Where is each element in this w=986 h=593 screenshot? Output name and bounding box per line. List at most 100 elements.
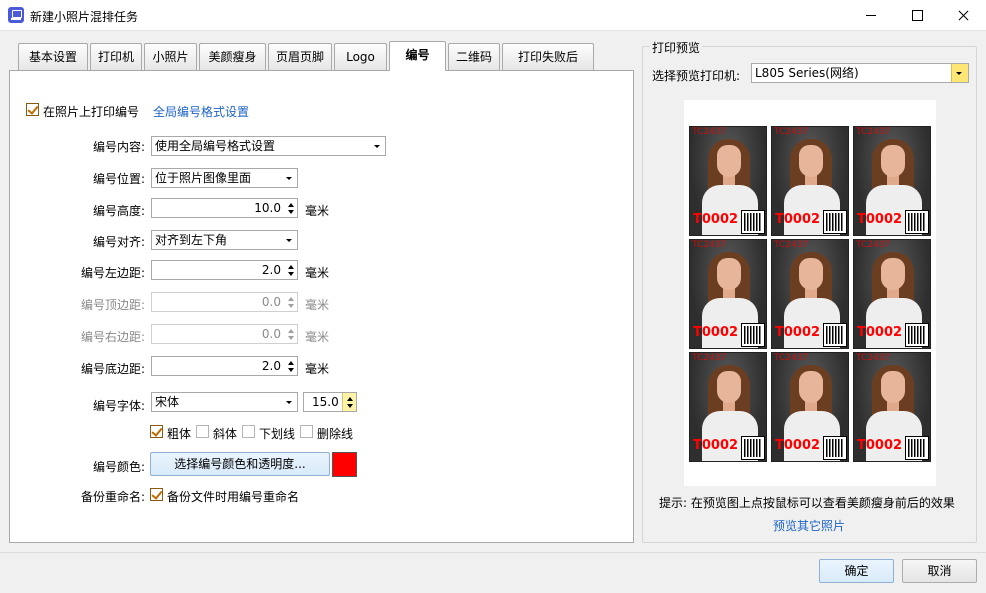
height-spinbox[interactable]: 10.0 — [151, 198, 298, 218]
tab-beauty[interactable]: 美颜瘦身 — [199, 43, 266, 70]
preview-hint: 提示: 在预览图上点按鼠标可以查看美颜瘦身前后的效果 — [659, 496, 955, 510]
photo-number: T0002 — [693, 325, 739, 340]
position-label: 编号位置: — [92, 172, 145, 186]
underline-label: 下划线 — [259, 427, 296, 441]
spin-down-icon[interactable] — [288, 368, 294, 372]
tab-header-footer[interactable]: 页眉页脚 — [268, 43, 332, 70]
spin-down-icon[interactable] — [288, 210, 294, 214]
font-size-spinbox[interactable]: 15.0 — [303, 392, 357, 412]
font-select[interactable]: 宋体 — [151, 392, 298, 412]
preview-printer-label: 选择预览打印机: — [652, 69, 741, 83]
color-label: 编号颜色: — [92, 460, 145, 474]
left-margin-unit: 毫米 — [305, 266, 330, 280]
bottom-margin-spinbox[interactable]: 2.0 — [151, 356, 298, 376]
bold-checkbox[interactable] — [150, 425, 163, 438]
bottom-margin-value: 2.0 — [261, 359, 281, 373]
spin-up-icon[interactable] — [347, 397, 353, 401]
font-size-stepper[interactable] — [342, 393, 356, 411]
maximize-button[interactable] — [894, 0, 940, 31]
qrcode-icon — [741, 436, 765, 460]
photo-thumbnail[interactable]: TC2437 T0002 — [689, 126, 767, 236]
font-label: 编号字体: — [92, 399, 145, 413]
height-unit: 毫米 — [305, 204, 330, 218]
strike-checkbox[interactable] — [300, 425, 313, 438]
chevron-down-icon — [286, 239, 292, 242]
color-swatch[interactable] — [332, 452, 357, 477]
italic-checkbox[interactable] — [196, 425, 209, 438]
photo-tag: TC2437 — [856, 240, 891, 250]
qrcode-icon — [823, 210, 847, 234]
underline-checkbox[interactable] — [242, 425, 255, 438]
print-preview-title: 打印预览 — [650, 39, 703, 56]
photo-number: T0002 — [857, 325, 903, 340]
backup-rename-checkbox[interactable] — [150, 488, 163, 501]
left-margin-label: 编号左边距: — [80, 266, 145, 280]
tab-logo[interactable]: Logo — [334, 43, 387, 70]
spin-down-icon — [288, 336, 294, 340]
tab-basic-settings[interactable]: 基本设置 — [18, 43, 88, 70]
content-select[interactable]: 使用全局编号格式设置 — [151, 136, 386, 156]
tab-numbering[interactable]: 编号 — [389, 41, 446, 71]
photo-face — [799, 371, 823, 403]
photo-face — [799, 258, 823, 290]
preview-canvas[interactable]: TC2437 T0002 TC2437 T0002 TC2437 T0002 TC2437 T… — [684, 100, 936, 486]
chevron-down-icon — [956, 72, 962, 75]
photo-face — [799, 145, 823, 177]
photo-thumbnail[interactable]: TC2437 T0002 — [771, 239, 849, 349]
backup-rename-label: 备份文件时用编号重命名 — [167, 490, 300, 504]
spin-up-icon[interactable] — [288, 361, 294, 365]
photo-face — [717, 371, 741, 403]
align-select-value: 对齐到左下角 — [155, 233, 228, 247]
position-select[interactable]: 位于照片图像里面 — [151, 168, 298, 188]
photo-thumbnail[interactable]: TC2437 T0002 — [689, 352, 767, 462]
photo-thumbnail[interactable]: TC2437 T0002 — [853, 126, 931, 236]
global-format-link[interactable]: 全局编号格式设置 — [153, 103, 249, 120]
content-label: 编号内容: — [92, 140, 145, 154]
spin-down-icon — [288, 304, 294, 308]
preview-printer-select[interactable]: L805 Series(网络) — [751, 63, 969, 83]
chevron-down-icon — [286, 177, 292, 180]
photo-thumbnail[interactable]: TC2437 T0002 — [771, 126, 849, 236]
tab-small-photos[interactable]: 小照片 — [144, 43, 197, 70]
photo-thumbnail[interactable]: TC2437 T0002 — [689, 239, 767, 349]
content-select-value: 使用全局编号格式设置 — [155, 139, 276, 153]
backup-label: 备份重命名: — [80, 490, 145, 504]
print-number-checkbox[interactable] — [26, 103, 39, 116]
spin-down-icon[interactable] — [288, 272, 294, 276]
font-size-value: 15.0 — [312, 395, 339, 409]
photo-thumbnail[interactable]: TC2437 T0002 — [853, 239, 931, 349]
bottom-margin-label: 编号底边距: — [80, 362, 145, 376]
app-icon — [8, 7, 24, 23]
photo-tag: TC2437 — [692, 127, 727, 137]
photo-thumbnail[interactable]: TC2437 T0002 — [853, 352, 931, 462]
right-margin-value: 0.0 — [261, 327, 281, 341]
italic-label: 斜体 — [213, 427, 238, 441]
photo-tag: TC2437 — [774, 127, 809, 137]
left-margin-spinbox[interactable]: 2.0 — [151, 260, 298, 280]
choose-color-button[interactable]: 选择编号颜色和透明度... — [150, 452, 330, 476]
tab-printer[interactable]: 打印机 — [90, 43, 142, 70]
tab-qrcode[interactable]: 二维码 — [448, 43, 500, 70]
photo-number: T0002 — [775, 438, 821, 453]
spin-up-icon[interactable] — [288, 203, 294, 207]
qrcode-icon — [741, 323, 765, 347]
other-photos-link[interactable]: 预览其它照片 — [773, 517, 845, 534]
spin-up-icon[interactable] — [288, 265, 294, 269]
top-margin-spinbox: 0.0 — [151, 292, 298, 312]
tab-print-failure[interactable]: 打印失败后 — [502, 43, 594, 70]
qrcode-icon — [741, 210, 765, 234]
qrcode-icon — [823, 323, 847, 347]
cancel-button[interactable]: 取消 — [902, 559, 977, 583]
ok-button[interactable]: 确定 — [819, 559, 894, 583]
right-margin-unit: 毫米 — [305, 330, 330, 344]
close-button[interactable] — [940, 0, 986, 31]
photo-thumbnail[interactable]: TC2437 T0002 — [771, 352, 849, 462]
photo-number: T0002 — [693, 438, 739, 453]
spin-down-icon[interactable] — [347, 404, 353, 408]
bottom-margin-unit: 毫米 — [305, 362, 330, 376]
spin-up-icon — [288, 297, 294, 301]
minimize-button[interactable] — [848, 0, 894, 31]
title-bar: 新建小照片混排任务 — [0, 0, 986, 31]
align-select[interactable]: 对齐到左下角 — [151, 230, 298, 250]
chevron-down-icon — [374, 145, 380, 148]
